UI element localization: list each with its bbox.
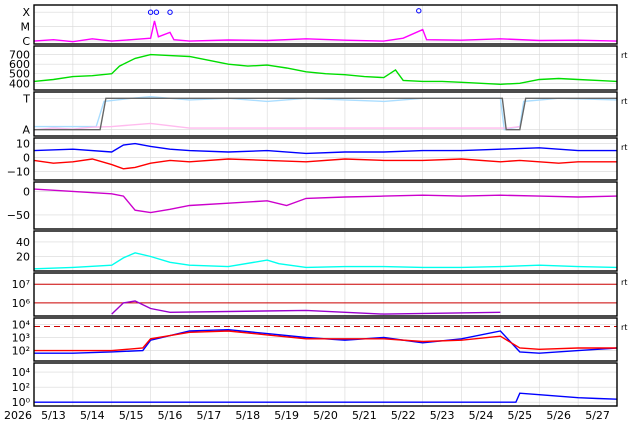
panel-right-label: rt [621,323,627,332]
panel-neutron: 10⁴ 10² 10⁰ [12,362,618,409]
panel-right-label: rt [621,278,627,287]
y-tick-label: X [22,6,30,19]
panel-background [34,138,617,180]
y-tick-label: C [22,35,30,48]
x-tick-label: 5/18 [235,409,260,422]
panel-background [34,273,617,316]
panel-speed: 700600500400rt [9,45,627,91]
panel-right-label: rt [621,143,627,152]
y-tick-label: 10⁰ [12,396,31,409]
y-tick-label: 20 [16,250,30,263]
y-tick-label: 10² [12,345,30,358]
y-tick-label: 10⁶ [12,297,31,310]
panel-right-label: rt [621,51,627,60]
x-tick-label: 5/15 [119,409,144,422]
y-tick-label: 10⁴ [12,366,31,379]
panel-background [34,363,617,406]
panel-dst: 0 −50 [7,181,618,230]
x-tick-label: 5/21 [352,409,377,422]
y-tick-label: 400 [9,77,30,90]
y-tick-label: 40 [16,236,30,249]
panel-xray: XMC [21,4,618,48]
y-tick-label: 0 [23,185,30,198]
x-axis-year-label: 2026 [4,409,32,422]
panel-background [34,182,617,229]
x-tick-label: 5/20 [313,409,338,422]
panel-background [34,5,617,44]
y-tick-label: −10 [7,166,30,179]
y-tick-label: A [22,124,30,137]
x-tick-label: 5/23 [430,409,455,422]
panel-electron: 10⁷ 10⁶ rt [12,272,627,317]
y-tick-label: 10⁷ [12,278,30,291]
space-weather-chart: XMC700600500400rtTArt100−10rt0−50402010⁷… [4,4,627,422]
x-tick-label: 5/25 [507,409,532,422]
y-tick-label: 0 [23,152,30,165]
x-tick-label: 5/24 [469,409,494,422]
y-tick-label: 10² [12,381,30,394]
panel-phi: T Art [22,91,627,137]
x-tick-label: 5/22 [391,409,416,422]
y-tick-label: M [21,21,31,34]
x-tick-label: 5/13 [41,409,66,422]
x-tick-label: 5/27 [585,409,610,422]
x-tick-label: 5/17 [197,409,222,422]
y-tick-label: 10⁴ [12,319,31,332]
panel-proton: 10⁴10³10² rt [12,317,627,362]
panel-bfield: 100−10 rt [7,137,627,181]
y-tick-label: 10³ [12,332,30,345]
x-tick-label: 5/26 [546,409,571,422]
panel-right-label: rt [621,97,627,106]
y-tick-label: T [22,92,30,105]
x-tick-label: 5/16 [158,409,183,422]
y-tick-label: 10 [16,138,30,151]
x-tick-label: 5/14 [80,409,105,422]
panel-kp: 4020 [16,230,618,272]
x-tick-label: 5/19 [274,409,299,422]
y-tick-label: −50 [7,209,30,222]
